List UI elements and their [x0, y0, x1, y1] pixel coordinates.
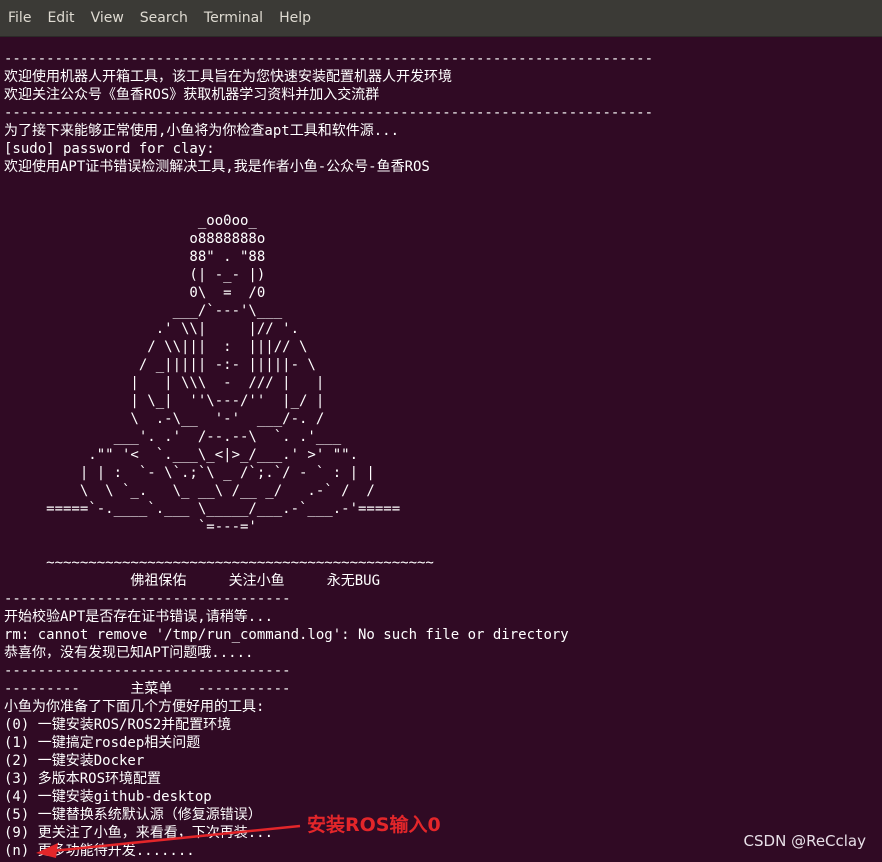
terminal-line: --------- 主菜单 ----------- — [4, 681, 291, 697]
terminal-line: ___'. .' /--.--\ `. .'___ — [4, 429, 342, 445]
menu-view[interactable]: View — [83, 0, 132, 36]
terminal-line: (2) 一键安装Docker — [4, 753, 145, 769]
menu-search[interactable]: Search — [132, 0, 196, 36]
terminal-line: 88" . "88 — [4, 249, 266, 265]
terminal-line: (1) 一键搞定rosdep相关问题 — [4, 735, 201, 751]
terminal-line: / \\||| : |||// \ — [4, 339, 308, 355]
terminal-line: 欢迎关注公众号《鱼香ROS》获取机器学习资料并加入交流群 — [4, 87, 380, 103]
terminal-line: / _||||| -:- |||||- \ — [4, 357, 316, 373]
terminal-line: 佛祖保佑 关注小鱼 永无BUG — [4, 573, 381, 589]
menu-bar: File Edit View Search Terminal Help — [0, 0, 882, 37]
terminal-line: \ \ `_. \_ __\ /__ _/ .-` / / — [4, 483, 375, 499]
terminal-line: (5) 一键替换系统默认源（修复源错误） — [4, 807, 262, 823]
terminal-line: (4) 一键安装github-desktop — [4, 789, 212, 805]
terminal-line: _oo0oo_ — [4, 213, 257, 229]
terminal-line: =====`-.____`.___ \_____/___.-`___.-'===… — [4, 501, 401, 517]
terminal-line: (0) 一键安装ROS/ROS2并配置环境 — [4, 717, 232, 733]
terminal-line: o8888888o — [4, 231, 266, 247]
terminal-line: rm: cannot remove '/tmp/run_command.log'… — [4, 627, 569, 643]
terminal-line: 小鱼为你准备了下面几个方便好用的工具: — [4, 699, 265, 715]
terminal-line: ----------------------------------------… — [4, 105, 654, 121]
terminal-line: (3) 多版本ROS环境配置 — [4, 771, 162, 787]
terminal-line: 开始校验APT是否存在证书错误,请稍等... — [4, 609, 274, 625]
terminal-line: 欢迎使用机器人开箱工具，该工具旨在为您快速安装配置机器人开发环境 — [4, 69, 452, 85]
terminal-window: File Edit View Search Terminal Help ----… — [0, 0, 882, 862]
terminal-line: ----------------------------------------… — [4, 51, 654, 67]
terminal-line: ___/`---'\___ — [4, 303, 283, 319]
terminal-line: | \_| ''\---/'' |_/ | — [4, 393, 325, 409]
terminal-line: `=---=' — [4, 519, 257, 535]
watermark: CSDN @ReCclay — [743, 832, 866, 850]
terminal-line: [sudo] password for clay: — [4, 141, 215, 157]
menu-terminal[interactable]: Terminal — [196, 0, 271, 36]
terminal-line: | | \\\ - /// | | — [4, 375, 325, 391]
menu-file[interactable]: File — [0, 0, 39, 36]
terminal-line: ---------------------------------- — [4, 663, 291, 679]
terminal-line: .' \\| |// '. — [4, 321, 300, 337]
terminal-line: 0\ = /0 — [4, 285, 266, 301]
terminal-line: ."" '< `.___\_<|>_/___.' >' "". — [4, 447, 359, 463]
terminal-line: 为了接下来能够正常使用,小鱼将为你检查apt工具和软件源... — [4, 123, 399, 139]
terminal-line: 欢迎使用APT证书错误检测解决工具,我是作者小鱼-公众号-鱼香ROS — [4, 159, 430, 175]
terminal-line: ---------------------------------- — [4, 591, 291, 607]
terminal-line: (| -_- |) — [4, 267, 266, 283]
terminal-output[interactable]: ---------------------------------- ------… — [4, 50, 882, 862]
annotation-label: 安装ROS输入0 — [307, 814, 441, 836]
terminal-line: | | : `- \`.;`\ _ /`;.`/ - ` : | | — [4, 465, 375, 481]
terminal-line: 恭喜你，没有发现已知APT问题哦..... — [4, 645, 254, 661]
terminal-line: ~~~~~~~~~~~~~~~~~~~~~~~~~~~~~~~~~~~~~~~~… — [4, 555, 434, 571]
menu-edit[interactable]: Edit — [39, 0, 82, 36]
menu-help[interactable]: Help — [271, 0, 319, 36]
terminal-line: \ .-\__ '-' ___/-. / — [4, 411, 325, 427]
